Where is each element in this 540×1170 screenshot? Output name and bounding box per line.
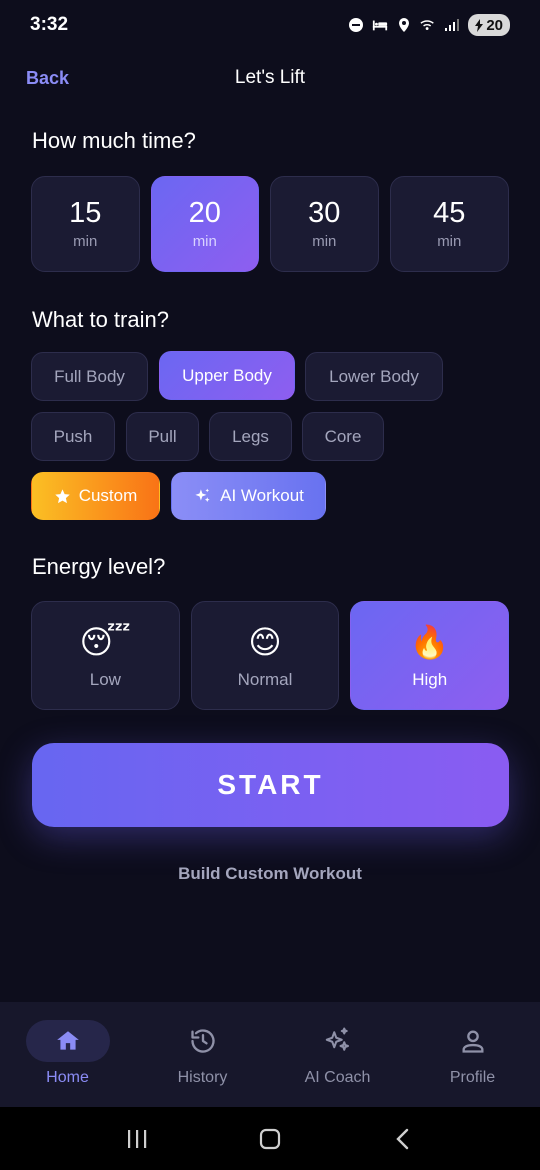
energy-label: High [412, 669, 448, 689]
chip-custom[interactable]: Custom [31, 472, 160, 520]
nav-home[interactable]: Home [0, 1002, 135, 1107]
time-unit: min [312, 233, 337, 251]
home-system-button[interactable] [250, 1119, 290, 1159]
nav-history[interactable]: History [135, 1002, 270, 1107]
energy-section-title: Energy level? [32, 554, 166, 579]
do-not-disturb-icon [348, 17, 364, 33]
chip-ai-workout[interactable]: AI Workout [171, 472, 326, 520]
train-section-title: What to train? [32, 307, 169, 332]
nav-label: Profile [449, 1069, 496, 1086]
signal-icon [444, 17, 460, 33]
battery-level: 20 [486, 16, 503, 34]
time-option-20[interactable]: 20 min [150, 176, 260, 272]
energy-option-normal[interactable]: 😊 Normal [190, 601, 340, 710]
chip-pull[interactable]: Pull [126, 412, 199, 461]
nav-icon-container [161, 1020, 245, 1062]
home-icon [56, 1031, 79, 1050]
back-system-button[interactable] [383, 1119, 423, 1159]
chip-lower-body[interactable]: Lower Body [305, 352, 443, 401]
build-custom-workout-link[interactable]: Build Custom Workout [0, 864, 540, 884]
energy-options: 😴 Low 😊 Normal 🔥 High [31, 601, 509, 710]
time-options: 15 min 20 min 30 min 45 min [31, 176, 510, 272]
nav-ai-coach[interactable]: AI Coach [270, 1002, 405, 1107]
recents-button[interactable] [117, 1119, 157, 1159]
sleepy-face-icon: 😴 [79, 623, 131, 660]
person-icon [462, 1030, 483, 1053]
chip-label: Upper Body [182, 365, 272, 385]
time-option-30[interactable]: 30 min [270, 176, 379, 272]
time-unit: min [73, 233, 98, 251]
status-time: 3:32 [30, 14, 69, 35]
nav-label: AI Coach [304, 1069, 371, 1086]
fire-icon: 🔥 [409, 623, 450, 660]
chip-label: Core [324, 426, 362, 446]
star-icon [54, 488, 71, 505]
nav-profile[interactable]: Profile [405, 1002, 540, 1107]
status-icons: 20 [348, 14, 510, 36]
chip-full-body[interactable]: Full Body [31, 352, 148, 401]
time-value: 30 [308, 196, 341, 229]
home-square-icon [259, 1128, 281, 1149]
nav-label: History [177, 1069, 228, 1086]
sparkle-icon [193, 487, 212, 506]
page-title: Let's Lift [234, 67, 306, 88]
charging-icon [475, 18, 484, 32]
smiling-face-icon: 😊 [248, 623, 282, 660]
system-nav-bar [0, 1107, 540, 1170]
wifi-icon [420, 17, 436, 33]
time-unit: min [437, 233, 462, 251]
start-button[interactable]: START [32, 743, 509, 827]
nav-label: Home [46, 1069, 89, 1086]
chip-core[interactable]: Core [302, 412, 384, 461]
time-value: 20 [188, 196, 221, 229]
history-icon [190, 1029, 215, 1053]
chip-label: AI Workout [220, 486, 304, 505]
time-option-15[interactable]: 15 min [31, 176, 140, 272]
chip-legs[interactable]: Legs [209, 412, 292, 461]
chip-label: Pull [148, 426, 177, 446]
recents-icon [127, 1129, 146, 1148]
energy-label: Normal [237, 669, 293, 689]
chip-label: Legs [232, 426, 269, 446]
chip-label: Custom [78, 486, 138, 505]
sparkles-icon [325, 1027, 349, 1051]
chip-push[interactable]: Push [31, 412, 115, 461]
time-value: 45 [433, 196, 466, 229]
location-icon [396, 17, 412, 33]
energy-label: Low [89, 669, 121, 689]
battery-indicator: 20 [468, 14, 510, 36]
time-unit: min [192, 233, 217, 251]
chip-label: Lower Body [329, 366, 419, 386]
chip-upper-body[interactable]: Upper Body [159, 351, 295, 400]
chip-label: Full Body [54, 366, 125, 386]
nav-icon-container [431, 1020, 515, 1062]
chevron-left-icon [396, 1128, 409, 1149]
nav-icon-container [25, 1020, 110, 1062]
time-value: 15 [69, 196, 102, 229]
status-bar: 3:32 20 [0, 0, 540, 50]
header: Back Let's Lift [0, 58, 540, 98]
time-section-title: How much time? [32, 128, 196, 153]
energy-option-high[interactable]: 🔥 High [350, 601, 509, 710]
time-option-45[interactable]: 45 min [389, 176, 510, 272]
bed-icon [372, 17, 388, 33]
chip-label: Push [53, 426, 93, 446]
energy-option-low[interactable]: 😴 Low [31, 601, 180, 710]
bottom-nav: Home History AI Coach Profile [0, 1002, 540, 1107]
nav-icon-container [296, 1020, 380, 1062]
